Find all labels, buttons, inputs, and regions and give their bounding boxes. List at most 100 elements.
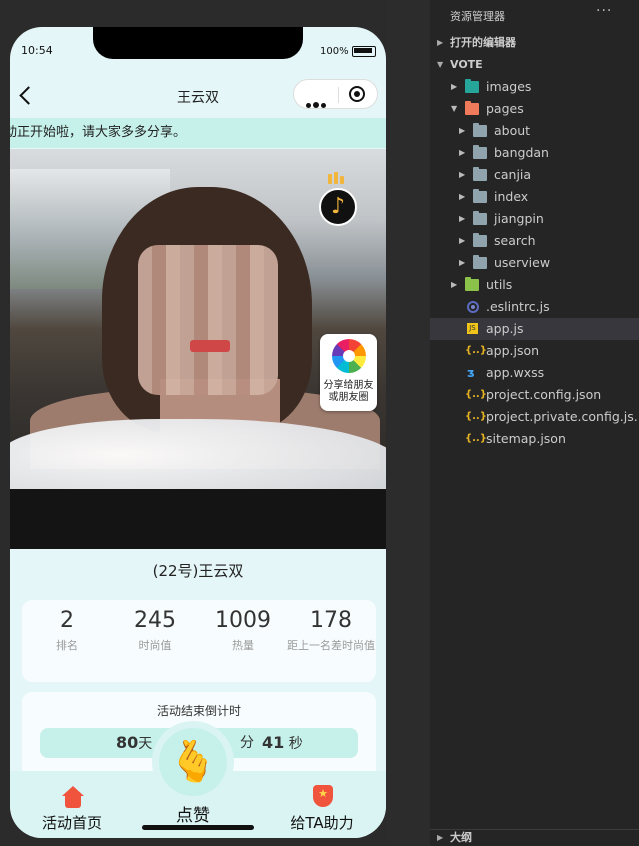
- json-file-icon: {..}: [465, 345, 487, 356]
- folder-icon: [465, 277, 479, 291]
- announcement-marquee: 动正开始啦，请大家多多分享。: [10, 118, 386, 148]
- stat-value: 1009: [215, 608, 271, 633]
- home-icon: [62, 786, 84, 808]
- chevron-right-icon: ▶: [459, 214, 466, 223]
- countdown-seconds: 41 秒: [262, 728, 303, 759]
- open-editors-section[interactable]: ▶ 打开的编辑器: [430, 32, 639, 54]
- chevron-right-icon: ▶: [437, 833, 444, 842]
- music-toggle-button[interactable]: ♪: [319, 188, 357, 226]
- outline-section[interactable]: ▶ 大纲: [430, 829, 639, 846]
- tree-item-sitemap[interactable]: {..} sitemap.json: [430, 428, 639, 450]
- tree-item-project-config[interactable]: {..} project.config.json: [430, 384, 639, 406]
- share-button[interactable]: 分享给朋友或朋友圈: [320, 334, 377, 411]
- folder-icon: [473, 145, 487, 159]
- tree-item-label: .eslintrc.js: [486, 299, 550, 314]
- tree-item-app-wxss[interactable]: ᴣ app.wxss: [430, 362, 639, 384]
- tab-home[interactable]: 活动首页: [12, 771, 132, 838]
- phone-notch: [93, 27, 303, 59]
- battery-percentage: 100%: [320, 46, 349, 57]
- tree-item-label: utils: [486, 277, 513, 292]
- file-explorer-panel: 资源管理器 ··· ▶ 打开的编辑器 ▼ VOTE ▶ images ▼ pag…: [430, 0, 639, 845]
- tree-item-label: app.json: [486, 343, 540, 358]
- tree-item-index[interactable]: ▶ index: [430, 186, 639, 208]
- section-label: VOTE: [450, 58, 483, 71]
- chevron-right-icon: ▶: [451, 280, 458, 289]
- tab-help[interactable]: 给TA助力: [262, 771, 382, 838]
- countdown-days: 80天: [116, 728, 152, 759]
- seconds-unit: 秒: [288, 736, 303, 752]
- mini-program-capsule: [293, 79, 378, 109]
- tree-item-userview[interactable]: ▶ userview: [430, 252, 639, 274]
- tree-item-label: sitemap.json: [486, 431, 566, 446]
- chevron-right-icon: ▶: [459, 170, 466, 179]
- tree-item-pages[interactable]: ▼ pages: [430, 98, 639, 120]
- tree-item-about[interactable]: ▶ about: [430, 120, 639, 142]
- seconds-value: 41: [262, 733, 285, 752]
- days-unit: 天: [138, 736, 153, 752]
- finger-heart-icon: 🫰: [159, 728, 227, 796]
- stat-gap-to-previous: 178 距上一名差时尚值: [287, 600, 375, 653]
- json-file-icon: {..}: [465, 389, 487, 400]
- tree-item-project-private-config[interactable]: {..} project.private.config.js...: [430, 406, 639, 428]
- tree-item-jiangpin[interactable]: ▶ jiangpin: [430, 208, 639, 230]
- stat-label: 距上一名差时尚值: [287, 639, 375, 652]
- like-button[interactable]: 🫰: [152, 721, 234, 803]
- countdown-minutes-unit: 分: [240, 735, 254, 751]
- chevron-right-icon: ▶: [451, 82, 458, 91]
- like-label[interactable]: 点赞: [153, 801, 233, 826]
- stat-heat: 1009 热量: [199, 600, 287, 653]
- section-label: 大纲: [450, 831, 472, 844]
- announcement-text: 动正开始啦，请大家多多分享。: [10, 125, 187, 140]
- stat-label: 排名: [56, 639, 78, 652]
- project-section[interactable]: ▼ VOTE: [430, 54, 639, 76]
- js-file-icon: JS: [467, 323, 478, 334]
- chevron-right-icon: ▶: [437, 38, 444, 47]
- tree-item-canjia[interactable]: ▶ canjia: [430, 164, 639, 186]
- folder-icon: [473, 255, 487, 269]
- help-badge-icon: [313, 785, 333, 807]
- tree-item-app-json[interactable]: {..} app.json: [430, 340, 639, 362]
- tree-item-label: project.private.config.js...: [486, 409, 639, 424]
- chevron-right-icon: ▶: [459, 148, 466, 157]
- more-options-icon[interactable]: [306, 93, 330, 108]
- tree-item-label: app.wxss: [486, 365, 545, 380]
- tree-item-label: userview: [494, 255, 551, 270]
- tree-item-label: index: [494, 189, 529, 204]
- phone-simulator: 10:54 100% 王云双 动正开始啦，请大家多多分享。 ♪ 分享给朋友或朋友…: [10, 27, 386, 838]
- chevron-right-icon: ▶: [459, 192, 466, 201]
- shutter-share-icon: [332, 339, 366, 373]
- json-file-icon: {..}: [465, 433, 487, 444]
- editor-gutter: [386, 0, 430, 845]
- close-mini-program-icon[interactable]: [349, 86, 365, 102]
- music-note-icon: ♪: [330, 194, 346, 219]
- more-actions-icon[interactable]: ···: [596, 3, 612, 19]
- stat-label: 时尚值: [138, 639, 172, 652]
- stat-fashion-value: 245 时尚值: [111, 600, 199, 653]
- tree-item-label: app.js: [486, 321, 524, 336]
- stat-value: 2: [60, 608, 74, 633]
- tree-item-images[interactable]: ▶ images: [430, 76, 639, 98]
- stat-value: 178: [310, 608, 352, 633]
- tree-item-app-js[interactable]: JS app.js: [430, 318, 639, 340]
- tree-item-label: search: [494, 233, 536, 248]
- stat-value: 245: [134, 608, 176, 633]
- explorer-title: 资源管理器: [450, 10, 505, 23]
- chevron-down-icon: ▼: [451, 104, 458, 113]
- tree-item-search[interactable]: ▶ search: [430, 230, 639, 252]
- tree-item-label: about: [494, 123, 531, 138]
- section-label: 打开的编辑器: [450, 36, 516, 49]
- chevron-right-icon: ▶: [459, 236, 466, 245]
- share-label: 分享给朋友或朋友圈: [323, 380, 374, 403]
- contestant-name: (22号)王云双: [152, 562, 244, 580]
- folder-icon: [473, 167, 487, 181]
- json-file-icon: {..}: [465, 411, 487, 422]
- eslint-file-icon: [467, 301, 479, 313]
- tree-item-label: project.config.json: [486, 387, 602, 402]
- tree-item-eslintrc[interactable]: .eslintrc.js: [430, 296, 639, 318]
- folder-icon: [473, 233, 487, 247]
- days-value: 80: [116, 733, 139, 752]
- tab-help-label: 给TA助力: [290, 814, 354, 832]
- tree-item-utils[interactable]: ▶ utils: [430, 274, 639, 296]
- home-indicator: [142, 825, 254, 830]
- tree-item-bangdan[interactable]: ▶ bangdan: [430, 142, 639, 164]
